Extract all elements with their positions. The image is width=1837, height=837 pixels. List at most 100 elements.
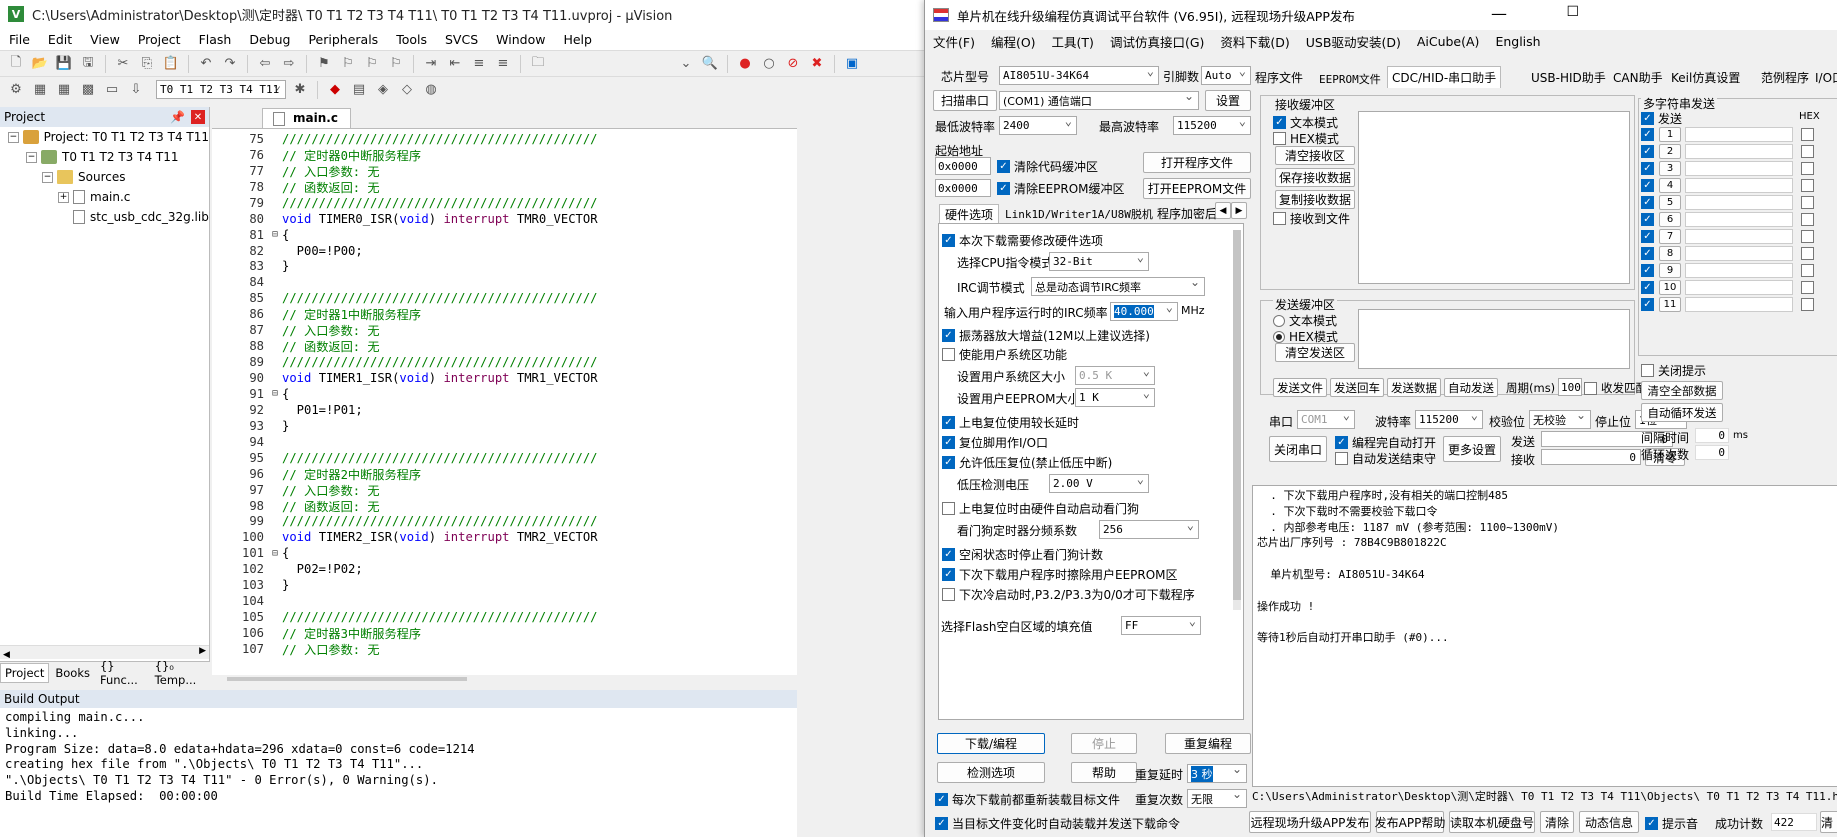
open-folder-icon[interactable]: 📂 [30,54,50,74]
code-line[interactable]: 97// 入口参数: 无 [212,482,797,498]
multi-row-send-button[interactable]: 4 [1659,178,1681,193]
auto-send-end-checkbox[interactable]: 自动发送结束守 [1335,450,1436,467]
cut-icon[interactable]: ✂ [113,54,133,74]
close-icon[interactable]: ✕ [191,110,205,124]
multi-row-send-button[interactable]: 8 [1659,246,1681,261]
file-extensions-icon[interactable]: ▤ [349,80,369,100]
tab-program-file[interactable]: 程序文件 [1255,69,1303,86]
tree-file[interactable]: + main.c [0,187,209,207]
copy-icon[interactable]: ⎘ [137,54,157,74]
port-select[interactable]: (COM1) 通信端口 [999,91,1199,110]
maximize-icon[interactable]: ☐ [1566,4,1579,20]
recv-text-mode[interactable]: ✓ 文本模式 [1273,114,1338,131]
tab-project[interactable]: Project [0,662,50,683]
fold-icon[interactable]: ⊟ [268,548,282,559]
multi-row-checkbox[interactable]: ✓ [1641,213,1658,226]
multi-row-checkbox[interactable]: ✓ [1641,162,1658,175]
repeat-count-select[interactable]: 无限 [1187,789,1247,808]
stop-build-icon[interactable]: ▭ [102,80,122,100]
lvd-voltage-select[interactable]: 2.00 V [1049,474,1149,493]
loop-count-input[interactable]: 0 [1695,445,1729,460]
wdt-idle-checkbox[interactable]: ✓ 空闲状态时停止看门狗计数 [942,546,1103,563]
multi-row-hex-checkbox[interactable] [1801,162,1818,175]
tab-scroll-right-icon[interactable]: ▶ [1231,202,1247,219]
tab-functions[interactable]: {} Func... [96,657,149,689]
multi-send-all-checkbox[interactable]: ✓ 发送 [1641,110,1682,127]
save-all-icon[interactable]: 🖫 [78,54,98,74]
pack-installer-icon[interactable]: ◈ [373,80,393,100]
send-textarea[interactable] [1358,309,1630,369]
menu-flash[interactable]: Flash [190,32,241,47]
find-combo-arrow-icon[interactable]: ⌄ [676,54,696,74]
lvd-reset-checkbox[interactable]: ✓ 允许低压复位(禁止低压中断) [942,454,1112,471]
stop-button[interactable]: 停止 [1071,733,1137,754]
app-help-button[interactable]: 发布APP帮助 [1375,811,1445,833]
irc-mode-select[interactable]: 总是动态调节IRC频率 [1031,277,1205,296]
rebuild-icon[interactable]: ▦ [54,80,74,100]
tab-usb-hid[interactable]: USB-HID助手 [1531,69,1606,86]
multi-row-checkbox[interactable]: ✓ [1641,247,1658,260]
user-sys-size-select[interactable]: 0.5 K [1075,366,1155,385]
wdt-div-select[interactable]: 256 [1099,520,1199,539]
multi-row-send-button[interactable]: 5 [1659,195,1681,210]
period-input[interactable]: 100 [1558,378,1582,396]
port-settings-button[interactable]: 设置 [1205,90,1251,111]
copy-recv-button[interactable]: 复制接收数据 [1275,190,1355,209]
multi-row-checkbox[interactable]: ✓ [1641,264,1658,277]
clear-all-button[interactable]: 清空全部数据 [1641,381,1723,400]
code-line[interactable]: 85 //////////////////////////////////////… [212,290,797,306]
reload-each-checkbox[interactable]: ✓ 每次下载前都重新装载目标文件 [935,791,1120,808]
download-button[interactable]: 下载/编程 [937,733,1045,754]
multi-row-hex-checkbox[interactable] [1801,281,1818,294]
code-line[interactable]: 98 // 函数返回: 无 [212,498,797,514]
multi-row-hex-checkbox[interactable] [1801,179,1818,192]
repeat-delay-select[interactable]: 3 秒 [1187,764,1247,783]
more-settings-button[interactable]: 更多设置 [1443,436,1501,462]
code-line[interactable]: 106// 定时器3中断服务程序 [212,625,797,641]
tab-eeprom-file[interactable]: EEPROM文件 [1319,71,1381,87]
multi-row-input[interactable] [1685,280,1793,295]
target-select[interactable]: T0 T1 T2 T3 T4 T11 [156,80,286,99]
multi-row-input[interactable] [1685,195,1793,210]
undo-icon[interactable]: ↶ [196,54,216,74]
multi-row-checkbox[interactable]: ✓ [1641,179,1658,192]
tree-project-root[interactable]: − Project: T0 T1 T2 T3 T4 T11 [0,127,209,147]
options-scrollbar[interactable] [1233,230,1241,610]
multi-row-send-button[interactable]: 9 [1659,263,1681,278]
scrollbar-thumb[interactable] [227,677,467,681]
tree-group[interactable]: − Sources [0,167,209,187]
multi-row-input[interactable] [1685,178,1793,193]
isp-menu-english[interactable]: English [1487,34,1548,49]
auto-open-checkbox[interactable]: ✓ 编程完自动打开 [1335,434,1436,451]
nav-back-icon[interactable]: ⇦ [255,54,275,74]
min-baud-select[interactable]: 2400 [999,116,1077,135]
window-layout-icon[interactable]: ▣ [842,54,862,74]
multi-row-checkbox[interactable]: ✓ [1641,196,1658,209]
indent-icon[interactable]: ⇥ [421,54,441,74]
tab-encrypt[interactable]: 程序加密后 [1157,205,1217,222]
redo-icon[interactable]: ↷ [220,54,240,74]
paste-icon[interactable]: 📋 [161,54,181,74]
select-packs-icon[interactable]: ◇ [397,80,417,100]
menu-svcs[interactable]: SVCS [436,32,487,47]
multi-row-checkbox[interactable]: ✓ [1641,230,1658,243]
send-text-mode[interactable]: 文本模式 [1273,312,1337,329]
code-line[interactable]: 90 void TIMER1_ISR(void) interrupt TMR1_V… [212,370,797,386]
modify-hw-checkbox[interactable]: ✓ 本次下载需要修改硬件选项 [942,232,1103,249]
wdt-auto-checkbox[interactable]: 上电复位时由硬件自动启动看门狗 [942,500,1139,517]
menu-view[interactable]: View [81,32,129,47]
osc-gain-checkbox[interactable]: ✓ 振荡器放大增益(12M以上建议选择) [942,327,1150,344]
nav-forward-icon[interactable]: ⇨ [279,54,299,74]
isp-menu-usb[interactable]: USB驱动安装(D) [1298,32,1409,51]
uncomment-icon[interactable]: ≡ [493,54,513,74]
isp-menu-file[interactable]: 文件(F) [925,32,983,51]
send-data-button[interactable]: 发送数据 [1387,378,1441,397]
serial-baud-select[interactable]: 115200 [1415,410,1483,429]
clear-log-button[interactable]: 清除 [1540,811,1574,833]
menu-window[interactable]: Window [487,32,554,47]
batch-build-icon[interactable]: ▩ [78,80,98,100]
multi-row-send-button[interactable]: 6 [1659,212,1681,227]
code-line[interactable]: 92 P01=!P01; [212,402,797,418]
read-disk-button[interactable]: 读取本机硬盘号 [1449,811,1535,833]
close-port-button[interactable]: 关闭串口 [1269,436,1327,462]
